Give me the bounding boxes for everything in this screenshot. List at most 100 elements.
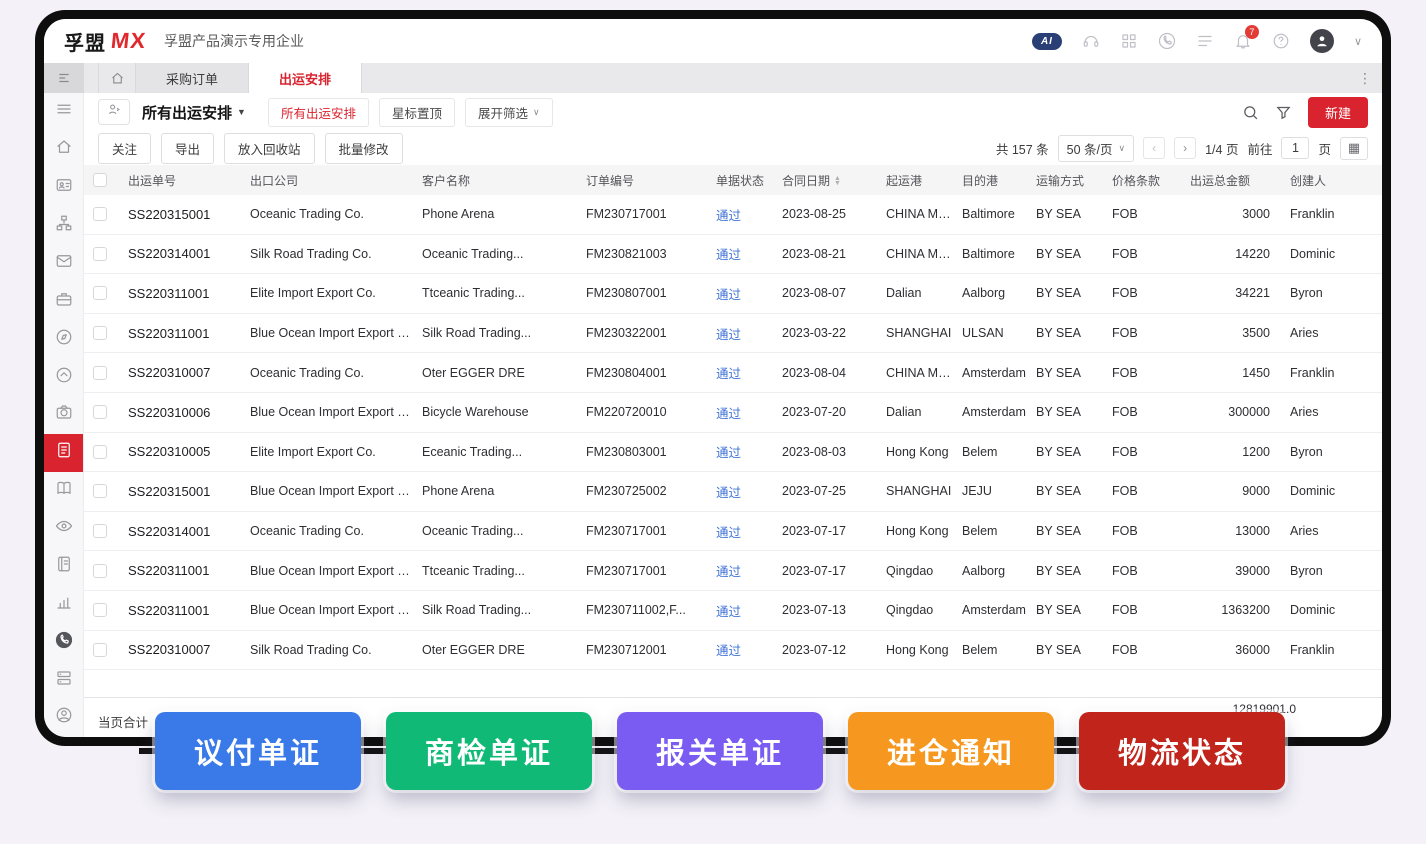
table-row[interactable]: SS220310006 Blue Ocean Import Export Co. B… [84,392,1382,433]
bell-button[interactable]: 7 [1234,25,1259,50]
row-checkbox[interactable] [93,524,107,539]
table-row[interactable]: SS220310007 Oceanic Trading Co. Oter EGGER… [84,353,1382,393]
sidebar-toggle-button[interactable] [44,63,84,93]
action-button[interactable]: 批量修改 [324,132,403,164]
sidebar-item-user-circle[interactable] [44,699,83,737]
table-row[interactable]: SS220311001 Blue Ocean Import Export Co. S… [84,313,1382,354]
prev-page-button[interactable]: ‹ [1143,137,1166,159]
sidebar-item-mail[interactable] [44,245,83,283]
cell-doc-status[interactable]: 通过 [708,205,774,224]
sidebar-item-notebook[interactable] [44,548,83,586]
tab-active[interactable]: 出运安排 [249,63,363,93]
column-header[interactable]: 出运总金额 [1182,172,1282,189]
column-header[interactable]: 出运单号 [120,172,242,189]
flow-button[interactable]: 进仓通知 [848,712,1054,790]
user-avatar[interactable] [1309,29,1334,53]
column-header[interactable]: 出口公司 [242,172,414,189]
headset-icon[interactable] [1082,32,1100,50]
row-checkbox[interactable] [93,484,107,499]
cell-doc-status[interactable]: 通过 [708,442,774,461]
user-filter-button[interactable] [98,99,130,125]
flow-button[interactable]: 商检单证 [386,712,592,790]
next-page-button[interactable]: › [1174,137,1197,159]
cell-doc-status[interactable]: 通过 [708,363,774,382]
column-header[interactable]: 订单编号 [578,172,708,189]
ai-badge[interactable]: AI [1031,32,1062,50]
tab-overflow-menu[interactable]: ⋮ [1358,70,1372,87]
goto-page-input[interactable] [1281,137,1310,159]
sidebar-item-shipping-doc[interactable] [44,433,83,472]
table-row[interactable]: SS220311001 Elite Import Export Co. Ttcean… [84,274,1382,314]
sidebar-item-menu[interactable] [44,93,83,131]
sidebar-item-book[interactable] [44,472,83,510]
cell-doc-status[interactable]: 通过 [708,403,774,422]
sidebar-item-eye[interactable] [44,510,83,548]
sidebar-item-chart[interactable] [44,585,83,623]
column-header[interactable]: 起运港 [878,172,954,189]
column-header[interactable]: 目的港 [954,172,1028,189]
table-row[interactable]: SS220314001 Silk Road Trading Co. Oceanic … [84,234,1382,275]
select-all-checkbox[interactable] [93,173,107,187]
action-button[interactable]: 放入回收站 [224,132,315,164]
column-header[interactable]: 客户名称 [414,172,578,189]
cell-doc-status[interactable]: 通过 [708,244,774,263]
sidebar-item-compass[interactable] [44,320,83,358]
cell-doc-status[interactable]: 通过 [708,482,774,501]
page-size-select[interactable]: 50 条/页 ∨ [1057,134,1135,162]
sidebar-item-server[interactable] [44,661,83,699]
row-checkbox[interactable] [93,286,107,301]
row-checkbox[interactable] [93,563,107,578]
tab-inactive[interactable]: 采购订单 [136,63,250,93]
cell-doc-status[interactable]: 通过 [708,601,774,620]
home-tab-button[interactable] [98,63,136,93]
row-checkbox[interactable] [93,444,107,459]
action-button[interactable]: 关注 [98,132,152,164]
flow-button[interactable]: 物流状态 [1079,712,1285,790]
funnel-icon[interactable] [1275,104,1292,121]
phone-icon[interactable] [1158,32,1176,50]
cell-doc-status[interactable]: 通过 [708,640,774,659]
filter-chip[interactable]: 所有出运安排 [267,97,369,127]
table-row[interactable]: SS220314001 Oceanic Trading Co. Oceanic Tr… [84,511,1382,552]
row-checkbox[interactable] [93,246,107,261]
column-settings-button[interactable]: ▦ [1340,136,1368,160]
row-checkbox[interactable] [93,405,107,420]
column-header[interactable]: 合同日期 ▲ ▼ [774,172,878,189]
table-row[interactable]: SS220310007 Silk Road Trading Co. Oter EGG… [84,630,1382,671]
row-checkbox[interactable] [93,365,107,380]
table-row[interactable]: SS220315001 Blue Ocean Import Export Co. P… [84,472,1382,512]
table-row[interactable]: SS220311001 Blue Ocean Import Export Co. T… [84,551,1382,591]
cell-doc-status[interactable]: 通过 [708,522,774,541]
flow-button[interactable]: 报关单证 [617,712,823,790]
cell-doc-status[interactable]: 通过 [708,561,774,580]
row-checkbox[interactable] [93,603,107,618]
column-header[interactable]: 价格条款 [1104,172,1182,189]
sidebar-item-circle-arrow[interactable] [44,358,83,396]
sidebar-item-briefcase[interactable] [44,282,83,320]
sidebar-item-phone[interactable] [44,623,83,661]
sidebar-item-contact-card[interactable] [44,169,83,207]
flow-button[interactable]: 议付单证 [155,712,361,790]
row-checkbox[interactable] [93,642,107,657]
new-record-button[interactable]: 新建 [1307,96,1368,128]
table-row[interactable]: SS220315001 Oceanic Trading Co. Phone Aren… [84,195,1382,235]
row-checkbox[interactable] [93,326,107,341]
sort-icon[interactable]: ▲ ▼ [834,175,841,187]
action-button[interactable]: 导出 [161,132,215,164]
sidebar-item-camera[interactable] [44,396,83,434]
chevron-down-icon[interactable]: ∨ [1354,35,1362,48]
list-icon[interactable] [1196,32,1214,50]
sidebar-item-org-chart[interactable] [44,207,83,245]
cell-doc-status[interactable]: 通过 [708,324,774,343]
filter-chip[interactable]: 展开筛选 ∨ [464,97,553,127]
view-title-dropdown[interactable]: 所有出运安排 ▼ [142,102,246,123]
search-icon[interactable] [1242,104,1259,121]
cell-doc-status[interactable]: 通过 [708,284,774,303]
sidebar-item-home[interactable] [44,131,83,169]
row-checkbox[interactable] [93,207,107,222]
table-row[interactable]: SS220310005 Elite Import Export Co. Eceani… [84,432,1382,473]
apps-grid-icon[interactable] [1120,32,1138,50]
column-header[interactable]: 运输方式 [1028,172,1104,189]
column-header[interactable]: 创建人 [1282,172,1382,189]
help-icon[interactable] [1272,32,1290,50]
